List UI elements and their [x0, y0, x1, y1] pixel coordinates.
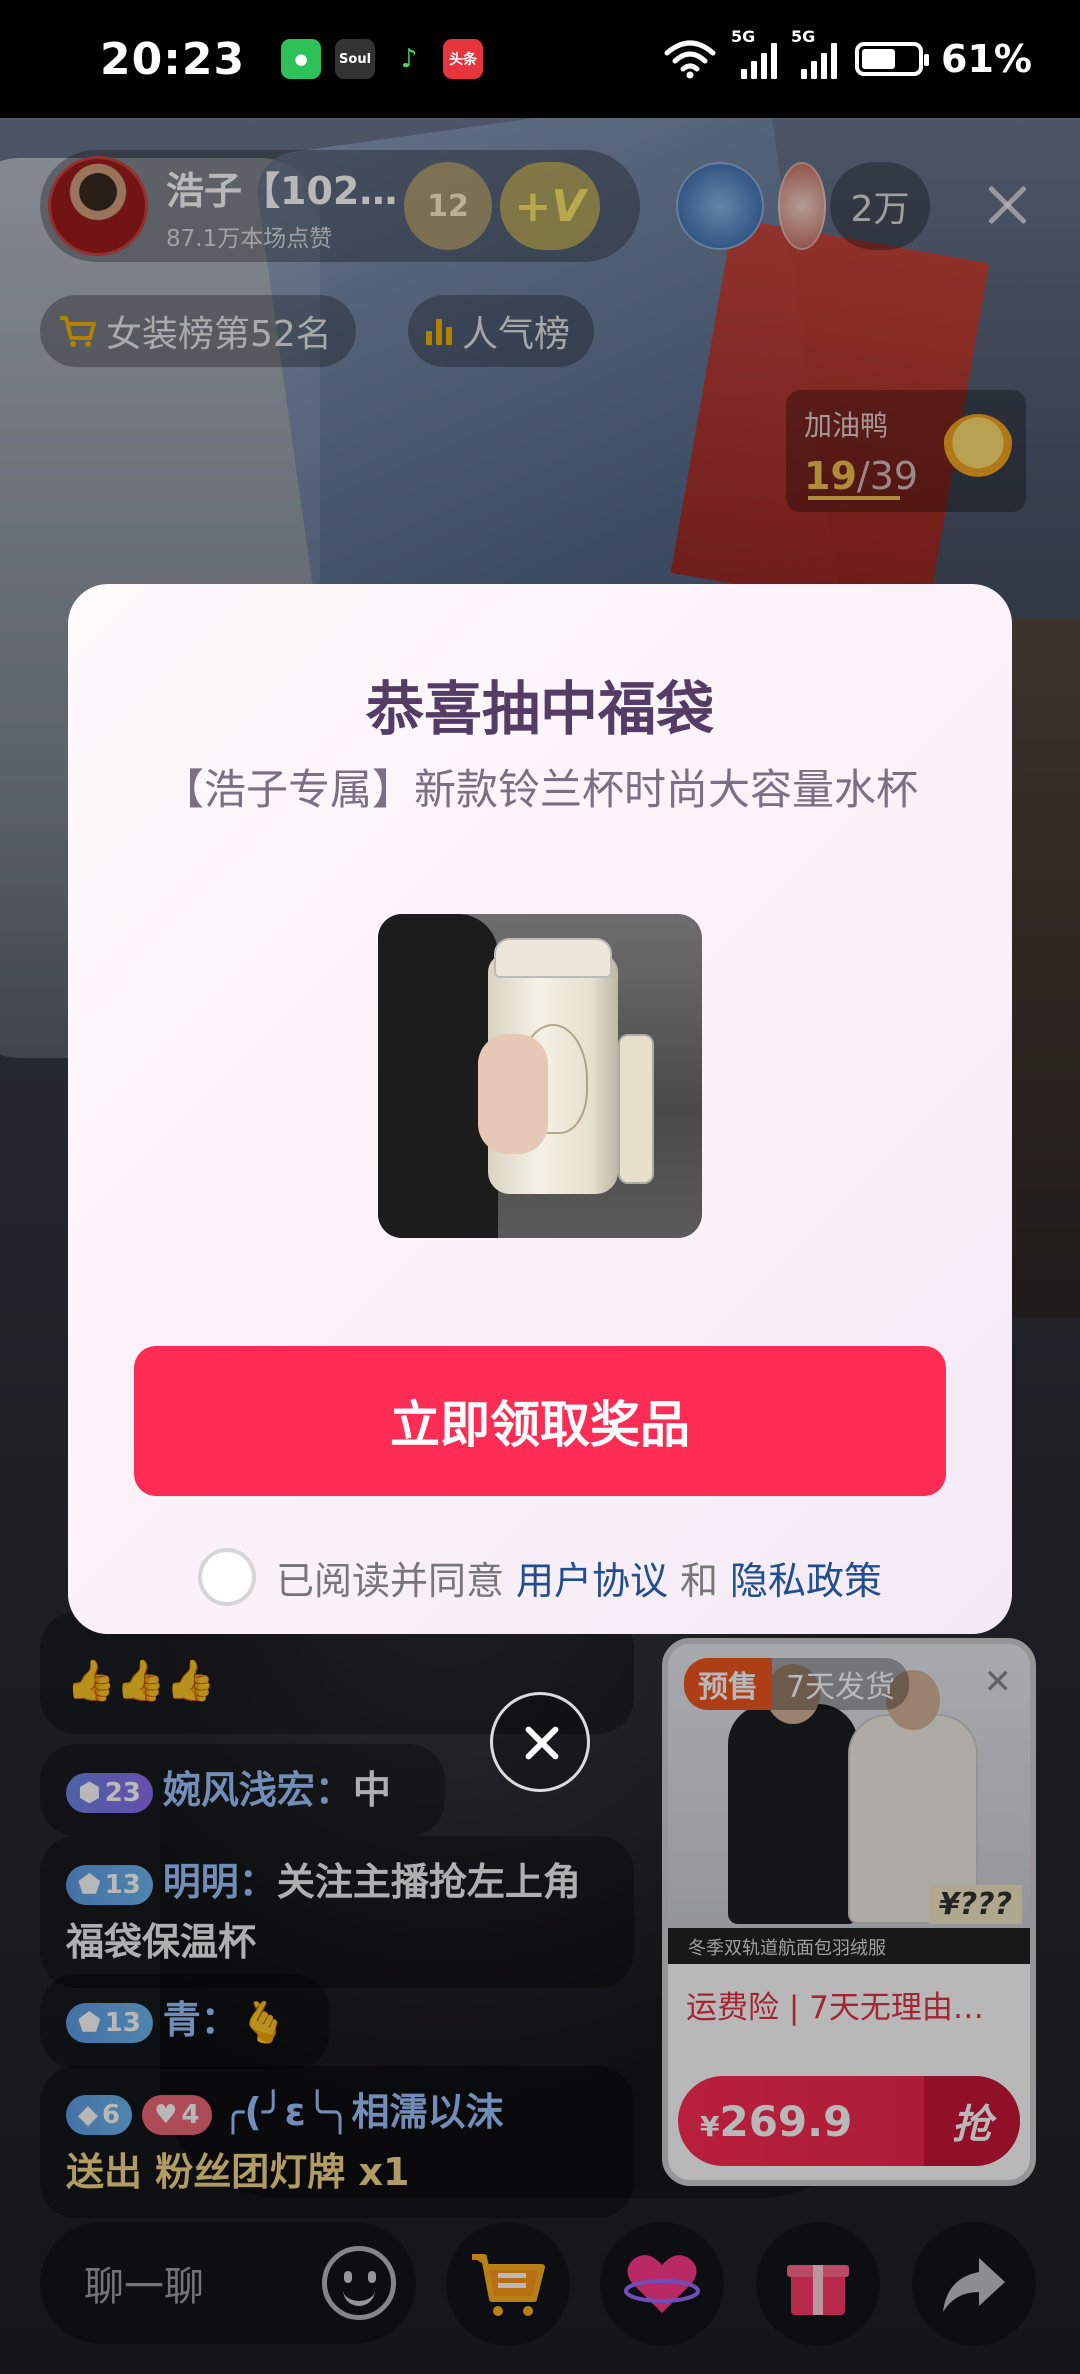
lucky-bag-modal: 恭喜抽中福袋 【浩子专属】新款铃兰杯时尚大容量水杯 立即领取奖品 已阅读并同意 …	[68, 584, 1012, 1634]
battery-percent: 61%	[941, 37, 1032, 81]
privacy-policy-link[interactable]: 隐私政策	[730, 1550, 882, 1605]
modal-title: 恭喜抽中福袋	[365, 675, 714, 743]
and-text: 和	[680, 1558, 719, 1603]
user-agreement-link[interactable]: 用户协议	[516, 1550, 668, 1605]
signal-1-icon: 5G	[731, 27, 778, 79]
wifi-icon	[664, 40, 716, 79]
agreement-row: 已阅读并同意 用户协议 和 隐私政策	[68, 1548, 1012, 1606]
toutiao-icon: 头条	[443, 39, 484, 79]
prize-photo-shape	[618, 1034, 654, 1184]
battery-icon	[855, 42, 930, 76]
status-time: 20:23	[100, 33, 246, 85]
music-icon: ♪	[389, 39, 430, 79]
agree-text: 已阅读并同意	[275, 1558, 504, 1603]
claim-prize-button[interactable]: 立即领取奖品	[134, 1346, 946, 1496]
prize-name: 【浩子专属】新款铃兰杯时尚大容量水杯	[161, 765, 918, 814]
status-bar: 20:23 ● Soul ♪ 头条 5G 5G 61%	[0, 0, 1080, 118]
modal-close-icon[interactable]	[490, 1692, 590, 1792]
soul-icon: Soul	[335, 39, 376, 79]
wechat-icon: ●	[281, 39, 322, 79]
prize-photo-shape	[494, 938, 612, 978]
prize-image	[378, 914, 702, 1238]
agree-checkbox[interactable]	[197, 1548, 256, 1606]
notification-icons: ● Soul ♪ 头条	[281, 39, 484, 79]
status-indicators: 5G 5G 61%	[663, 27, 1032, 81]
prize-photo-shape	[478, 1034, 548, 1154]
signal-2-icon: 5G	[791, 27, 838, 79]
